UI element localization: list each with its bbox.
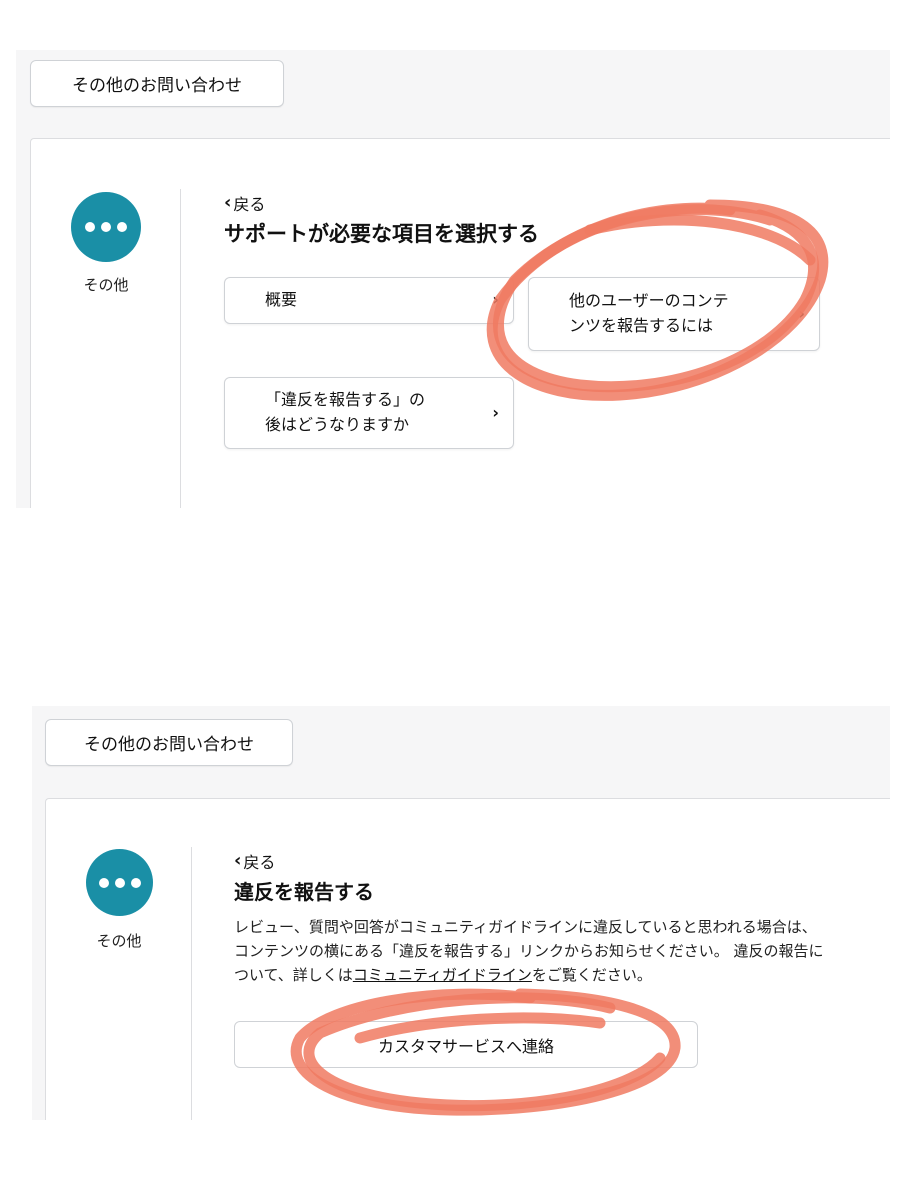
topic-label: 概要	[265, 290, 298, 310]
category-label: その他	[96, 932, 142, 950]
other-inquiries-button[interactable]: その他のお問い合わせ	[45, 719, 293, 766]
topic-label-line2: ンツを報告するには	[569, 316, 714, 335]
community-guidelines-link[interactable]: コミュニティガイドライン	[353, 966, 532, 984]
contact-customer-service-button[interactable]: カスタマサービスへ連絡	[234, 1021, 698, 1068]
description-line: ついて、詳しくは	[234, 966, 353, 984]
description-line: コンテンツの横にある「違反を報告する」リンクからお知らせください。 違反の報告に	[234, 942, 824, 960]
category-label: その他	[83, 276, 129, 294]
vertical-divider	[191, 847, 192, 1120]
topic-report-content-button[interactable]: 他のユーザーのコンテ ンツを報告するには ›	[528, 277, 820, 351]
more-dots-icon	[71, 192, 141, 262]
back-link[interactable]: ‹ 戻る	[234, 849, 275, 873]
description-text: レビュー、質問や回答がコミュニティガイドラインに違反していると思われる場合は、 …	[234, 915, 874, 987]
back-link-label: 戻る	[233, 195, 266, 214]
vertical-divider	[180, 189, 181, 508]
topic-label: 他のユーザーのコンテ ンツを報告するには	[569, 289, 729, 339]
more-dots-icon	[86, 849, 153, 916]
back-link-label: 戻る	[243, 853, 276, 872]
page-title: 違反を報告する	[234, 880, 374, 904]
topic-label-line1: 「違反を報告する」の	[265, 390, 426, 410]
topic-after-report-button[interactable]: 「違反を報告する」の 後はどうなりますか ›	[224, 377, 514, 449]
page-title: サポートが必要な項目を選択する	[224, 222, 539, 246]
support-card: その他 ‹ 戻る サポートが必要な項目を選択する 概要 › 他のユーザーのコンテ…	[30, 138, 890, 508]
chevron-right-icon: ›	[492, 290, 499, 310]
other-inquiries-button[interactable]: その他のお問い合わせ	[30, 60, 284, 107]
screenshot-1: その他のお問い合わせ その他 ‹ 戻る サポートが必要な項目を選択する 概要 ›…	[16, 50, 890, 508]
report-violation-card: その他 ‹ 戻る 違反を報告する レビュー、質問や回答がコミュニティガイドライン…	[45, 798, 890, 1120]
chevron-left-icon: ‹	[234, 850, 242, 871]
topic-label: 「違反を報告する」の 後はどうなりますか	[265, 388, 425, 438]
topic-overview-button[interactable]: 概要 ›	[224, 277, 514, 324]
back-link[interactable]: ‹ 戻る	[224, 191, 265, 215]
chevron-right-icon: ›	[798, 303, 805, 323]
topic-label-line1: 他のユーザーのコンテ	[569, 291, 729, 311]
description-line: をご覧ください。	[531, 966, 652, 984]
description-line: レビュー、質問や回答がコミュニティガイドラインに違反していると思われる場合は、	[234, 918, 817, 936]
chevron-right-icon: ›	[492, 402, 499, 422]
screenshot-2: その他のお問い合わせ その他 ‹ 戻る 違反を報告する レビュー、質問や回答がコ…	[32, 706, 890, 1120]
topic-label-line2: 後はどうなりますか	[265, 415, 410, 434]
chevron-left-icon: ‹	[224, 192, 232, 213]
